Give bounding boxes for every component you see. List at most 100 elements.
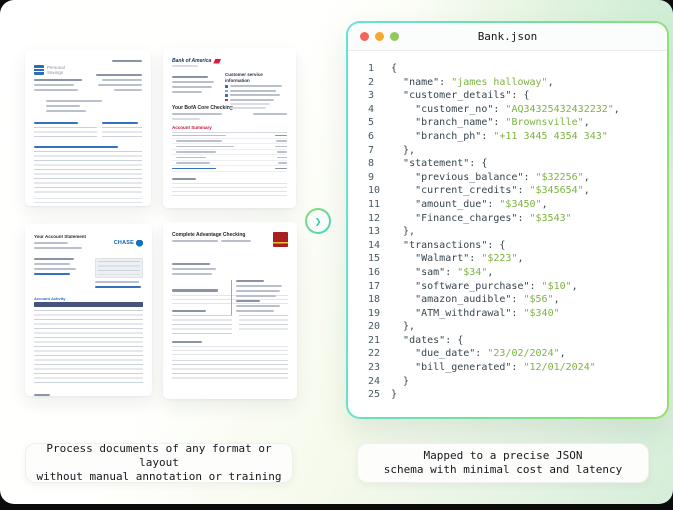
line-number: 18 (368, 293, 382, 307)
text-line-placeholder (172, 360, 288, 361)
text-line-placeholder: Bank.json 1{2 "name": "james halloway",3… (348, 23, 667, 417)
line-number: 14 (368, 239, 382, 253)
line-number: 23 (368, 361, 382, 375)
text-line-placeholder (95, 286, 141, 288)
text-line-placeholder: "sam": (415, 267, 451, 278)
text-line-placeholder (34, 151, 142, 193)
text-line-placeholder (236, 280, 264, 282)
text-line-placeholder (172, 168, 216, 170)
text-line-placeholder (176, 140, 222, 142)
caption-json-line2: schema with minimal cost and latency (384, 463, 622, 477)
text-line-placeholder (46, 110, 86, 112)
bofa-logo-text: Bank of America (172, 58, 211, 64)
code-line: 24 } (368, 375, 657, 389)
code-line: 16 "sam": "$34", (368, 266, 657, 280)
text-line-placeholder (276, 140, 287, 142)
text-line-placeholder (34, 247, 82, 249)
text-line-placeholder (275, 146, 287, 148)
text-line-placeholder: CHASE (114, 234, 143, 252)
text-line-placeholder: "$56" (523, 294, 553, 305)
transform-arrow-button[interactable]: ❯ (305, 208, 331, 234)
caption-documents-line1: Process documents of any format or layou… (26, 442, 292, 470)
code-line: 25} (368, 388, 657, 402)
text-line-placeholder (96, 74, 142, 76)
text-line-placeholder (236, 305, 280, 307)
text-line-placeholder: "+11 3445 4354 343" (493, 131, 607, 142)
text-line-placeholder (102, 122, 142, 139)
chase-section-heading: Account Activity (34, 296, 143, 301)
code-line: 18 "amazon_audible": "$56", (368, 293, 657, 307)
document-card-wells-fargo: Complete Advantage Checking (163, 222, 297, 399)
code-line: 22 "due_date": "23/02/2024", (368, 347, 657, 361)
text-line-placeholder (225, 99, 228, 102)
code-text: "previous_balance": "$32256", (391, 171, 590, 185)
code-text: { (391, 62, 397, 76)
text-line-placeholder (172, 183, 287, 199)
text-line-placeholder (225, 94, 287, 97)
code-text: "bill_generated": "12/01/2024" (391, 361, 596, 375)
code-text: "amazon_audible": "$56", (391, 293, 560, 307)
json-window: Bank.json 1{2 "name": "james halloway",3… (346, 21, 669, 419)
text-line-placeholder (34, 127, 97, 139)
text-line-placeholder: "bill_generated": (415, 362, 517, 373)
text-line-placeholder (225, 90, 287, 93)
text-line-placeholder (114, 89, 142, 91)
text-line-placeholder (172, 240, 218, 242)
text-line-placeholder (172, 166, 287, 172)
caption-json-line1: Mapped to a precise JSON (424, 449, 583, 463)
line-number: 3 (368, 89, 382, 103)
text-line-placeholder: "$223" (481, 253, 517, 264)
code-line: 8 "statement": { (368, 157, 657, 171)
text-line-placeholder: Your Account Statement (34, 234, 86, 252)
text-line-placeholder (253, 113, 287, 115)
line-number: 6 (368, 130, 382, 144)
text-line-placeholder (236, 310, 274, 312)
code-line: 2 "name": "james halloway", (368, 76, 657, 90)
code-line: 14 "transactions": { (368, 239, 657, 253)
text-line-placeholder: "transactions": (403, 240, 493, 251)
text-line-placeholder (172, 289, 218, 292)
text-line-placeholder: "Brownsville" (505, 117, 583, 128)
code-text: } (391, 375, 409, 389)
text-line-placeholder (96, 74, 142, 94)
code-line: 17 "software_purchase": "$10", (368, 280, 657, 294)
text-line-placeholder: "due_date": (415, 348, 481, 359)
text-line-placeholder (34, 258, 143, 291)
text-line-placeholder: "statement": (403, 158, 475, 169)
text-line-placeholder (34, 122, 142, 139)
text-line-placeholder (172, 268, 216, 270)
text-line-placeholder (225, 85, 228, 88)
code-line: 11 "amount_due": "$3450", (368, 198, 657, 212)
text-line-placeholder (231, 280, 287, 315)
text-line-placeholder: "current_credits": (415, 185, 523, 196)
line-number: 15 (368, 252, 382, 266)
text-line-placeholder (172, 135, 226, 137)
text-line-placeholder (176, 157, 206, 159)
chase-logo-text: CHASE (114, 240, 134, 246)
text-line-placeholder: "branch_name": (415, 117, 499, 128)
text-line-placeholder: "$10" (542, 281, 572, 292)
text-line-placeholder (102, 127, 142, 137)
text-line-placeholder: "software_purchase": (415, 281, 535, 292)
code-text: "branch_name": "Brownsville", (391, 116, 590, 130)
code-line: 10 "current_credits": "$345654", (368, 184, 657, 198)
caption-documents: Process documents of any format or layou… (25, 443, 293, 483)
text-line-placeholder: "customer_details": (403, 90, 517, 101)
text-line-placeholder (172, 263, 288, 275)
line-number: 12 (368, 212, 382, 226)
line-number: 24 (368, 375, 382, 389)
window-titlebar: Bank.json (348, 23, 667, 51)
code-text: "ATM_withdrawal": "$340" (391, 307, 560, 321)
text-line-placeholder (172, 310, 206, 312)
text-line-placeholder: "Walmart": (415, 253, 475, 264)
bofa-section-heading: Account Summary (172, 125, 287, 131)
text-line-placeholder (34, 263, 70, 265)
code-line: 4 "customer_no": "AQ34325432432232", (368, 103, 657, 117)
code-text: "Finance_charges": "$3543" (391, 212, 572, 226)
code-text: "statement": { (391, 157, 487, 171)
code-line: 9 "previous_balance": "$32256", (368, 171, 657, 185)
text-line-placeholder (172, 263, 210, 265)
text-line-placeholder (95, 281, 139, 283)
text-line-placeholder (34, 258, 74, 260)
text-line-placeholder (176, 162, 210, 164)
